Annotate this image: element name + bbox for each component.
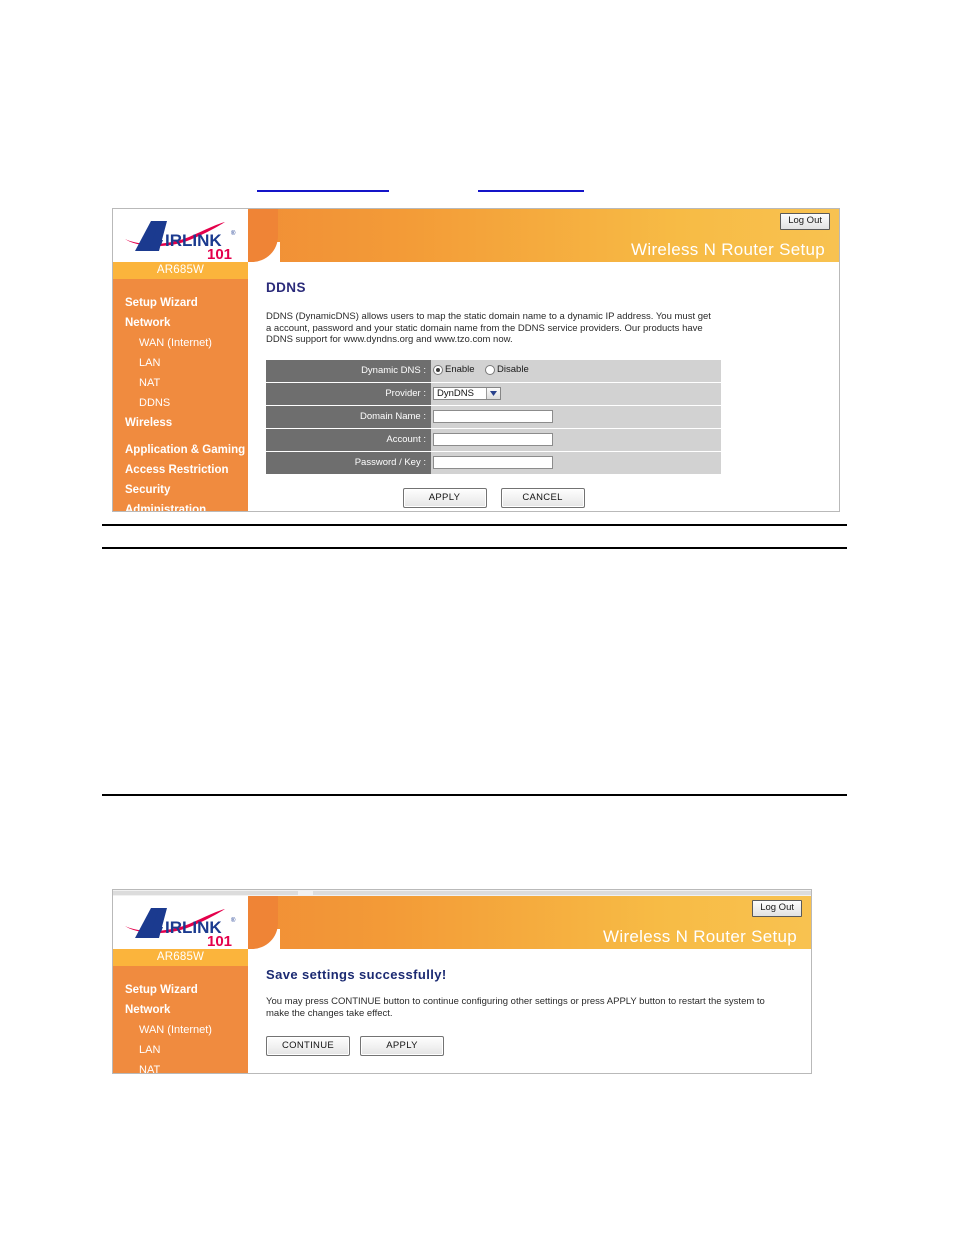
form-row-dynamic-dns: Dynamic DNS : Enable Disable <box>266 359 721 383</box>
form-row-password-key: Password / Key : <box>266 451 721 475</box>
airlink-101-logo: IRLINK ® 101 <box>125 221 236 261</box>
sidebar-item-administration[interactable]: Administration <box>113 500 248 511</box>
panel2-body: AR685W Setup Wizard Network WAN (Interne… <box>113 949 811 1073</box>
sidebar-item-wireless[interactable]: Wireless <box>113 413 248 433</box>
router-ui-panel-save-success: IRLINK ® 101 Log Out Wireless N Router S… <box>112 889 812 1074</box>
password-key-input[interactable] <box>433 456 553 470</box>
page-rule-2 <box>102 547 847 549</box>
panel2-logout-button[interactable]: Log Out <box>752 900 802 917</box>
panel2-sidebar: AR685W Setup Wizard Network WAN (Interne… <box>113 949 248 1073</box>
sidebar-item-network[interactable]: Network <box>113 313 248 333</box>
value-dynamic-dns: Enable Disable <box>431 359 721 383</box>
value-domain-name <box>431 405 721 429</box>
svg-text:101: 101 <box>207 246 232 261</box>
logo-container: IRLINK ® 101 <box>113 209 248 262</box>
ddns-form: Dynamic DNS : Enable Disable Provider: … <box>266 359 721 475</box>
sidebar-item-setup-wizard[interactable]: Setup Wizard <box>113 293 248 313</box>
page-title: Wireless N Router Setup <box>631 240 825 259</box>
save-success-heading: Save settings successfully! <box>266 967 447 982</box>
apply-button[interactable]: APPLY <box>402 487 487 508</box>
svg-text:101: 101 <box>207 933 232 948</box>
cancel-button[interactable]: CANCEL <box>500 487 585 508</box>
sidebar-item-security[interactable]: Security <box>113 480 248 500</box>
apply-button[interactable]: APPLY <box>360 1035 444 1056</box>
radio-enable-icon[interactable] <box>433 364 443 375</box>
model-badge: AR685W <box>113 262 248 279</box>
panel2-actions: CONTINUE APPLY <box>266 1035 795 1056</box>
panel2-sidebar-nav: Setup Wizard Network WAN (Internet) LAN … <box>113 966 248 1073</box>
chrome-segment-left <box>113 891 298 895</box>
page-rule-1 <box>102 524 847 526</box>
sidebar: AR685W Setup Wizard Network WAN (Interne… <box>113 262 248 511</box>
save-success-description: You may press CONTINUE button to continu… <box>266 996 765 1019</box>
label-account: Account : <box>266 428 431 452</box>
radio-disable-label: Disable <box>497 364 529 376</box>
panel2-page-title: Wireless N Router Setup <box>603 927 797 946</box>
panel-body: AR685W Setup Wizard Network WAN (Interne… <box>113 262 839 511</box>
form-row-account: Account : <box>266 428 721 452</box>
radio-disable[interactable]: Disable <box>485 364 529 375</box>
continue-button[interactable]: CONTINUE <box>266 1035 350 1056</box>
form-actions: APPLY CANCEL <box>266 487 721 508</box>
blue-rule-right <box>478 190 584 192</box>
svg-text:®: ® <box>231 230 236 237</box>
sidebar-item-ddns[interactable]: DDNS <box>113 393 248 413</box>
panel2-model-badge: AR685W <box>113 949 248 966</box>
value-provider: DynDNS <box>431 382 721 406</box>
chevron-down-icon[interactable] <box>486 388 500 400</box>
content-description: DDNS (DynamicDNS) allows users to map th… <box>266 311 711 346</box>
logout-button[interactable]: Log Out <box>780 213 830 230</box>
value-account <box>431 428 721 452</box>
panel2-header: IRLINK ® 101 Log Out Wireless N Router S… <box>113 896 811 949</box>
form-row-provider: Provider : DynDNS <box>266 382 721 406</box>
sidebar-item-nat[interactable]: NAT <box>113 1060 248 1073</box>
sidebar-item-access-restriction[interactable]: Access Restriction <box>113 460 248 480</box>
panel2-logo-container: IRLINK ® 101 <box>113 896 248 949</box>
sidebar-item-setup-wizard[interactable]: Setup Wizard <box>113 980 248 1000</box>
content-area: DDNS DDNS (DynamicDNS) allows users to m… <box>248 262 839 511</box>
radio-enable-label: Enable <box>445 364 475 376</box>
panel-header: IRLINK ® 101 Log Out Wireless N Router S… <box>113 209 839 262</box>
blue-rule-left <box>257 190 389 192</box>
radio-disable-icon[interactable] <box>485 364 496 375</box>
sidebar-item-lan[interactable]: LAN <box>113 353 248 373</box>
radio-enable[interactable]: Enable <box>433 364 475 375</box>
router-ui-panel-ddns: IRLINK ® 101 Log Out Wireless N Router S… <box>112 208 840 512</box>
domain-name-input[interactable] <box>433 410 553 424</box>
sidebar-nav: Setup Wizard Network WAN (Internet) LAN … <box>113 279 248 511</box>
content-heading: DDNS <box>266 280 306 295</box>
airlink-101-logo: IRLINK ® 101 <box>125 908 236 948</box>
page-rule-3 <box>102 794 847 796</box>
label-domain-name: Domain Name : <box>266 405 431 429</box>
provider-select[interactable]: DynDNS <box>433 387 501 401</box>
sidebar-item-network[interactable]: Network <box>113 1000 248 1020</box>
sidebar-item-nat[interactable]: NAT <box>113 373 248 393</box>
provider-select-value: DynDNS <box>437 387 474 399</box>
label-provider: Provider : <box>266 382 431 406</box>
account-input[interactable] <box>433 433 553 447</box>
sidebar-item-wan-internet[interactable]: WAN (Internet) <box>113 333 248 353</box>
sidebar-item-lan[interactable]: LAN <box>113 1040 248 1060</box>
sidebar-item-wan-internet[interactable]: WAN (Internet) <box>113 1020 248 1040</box>
label-dynamic-dns: Dynamic DNS : <box>266 359 431 383</box>
form-row-domain-name: Domain Name : <box>266 405 721 429</box>
svg-text:®: ® <box>231 917 236 924</box>
chrome-segment-right <box>313 891 811 895</box>
sidebar-item-application-gaming[interactable]: Application & Gaming <box>113 440 248 460</box>
panel2-content-area: Save settings successfully! You may pres… <box>248 949 811 1073</box>
label-password-key: Password / Key : <box>266 451 431 475</box>
value-password-key <box>431 451 721 475</box>
